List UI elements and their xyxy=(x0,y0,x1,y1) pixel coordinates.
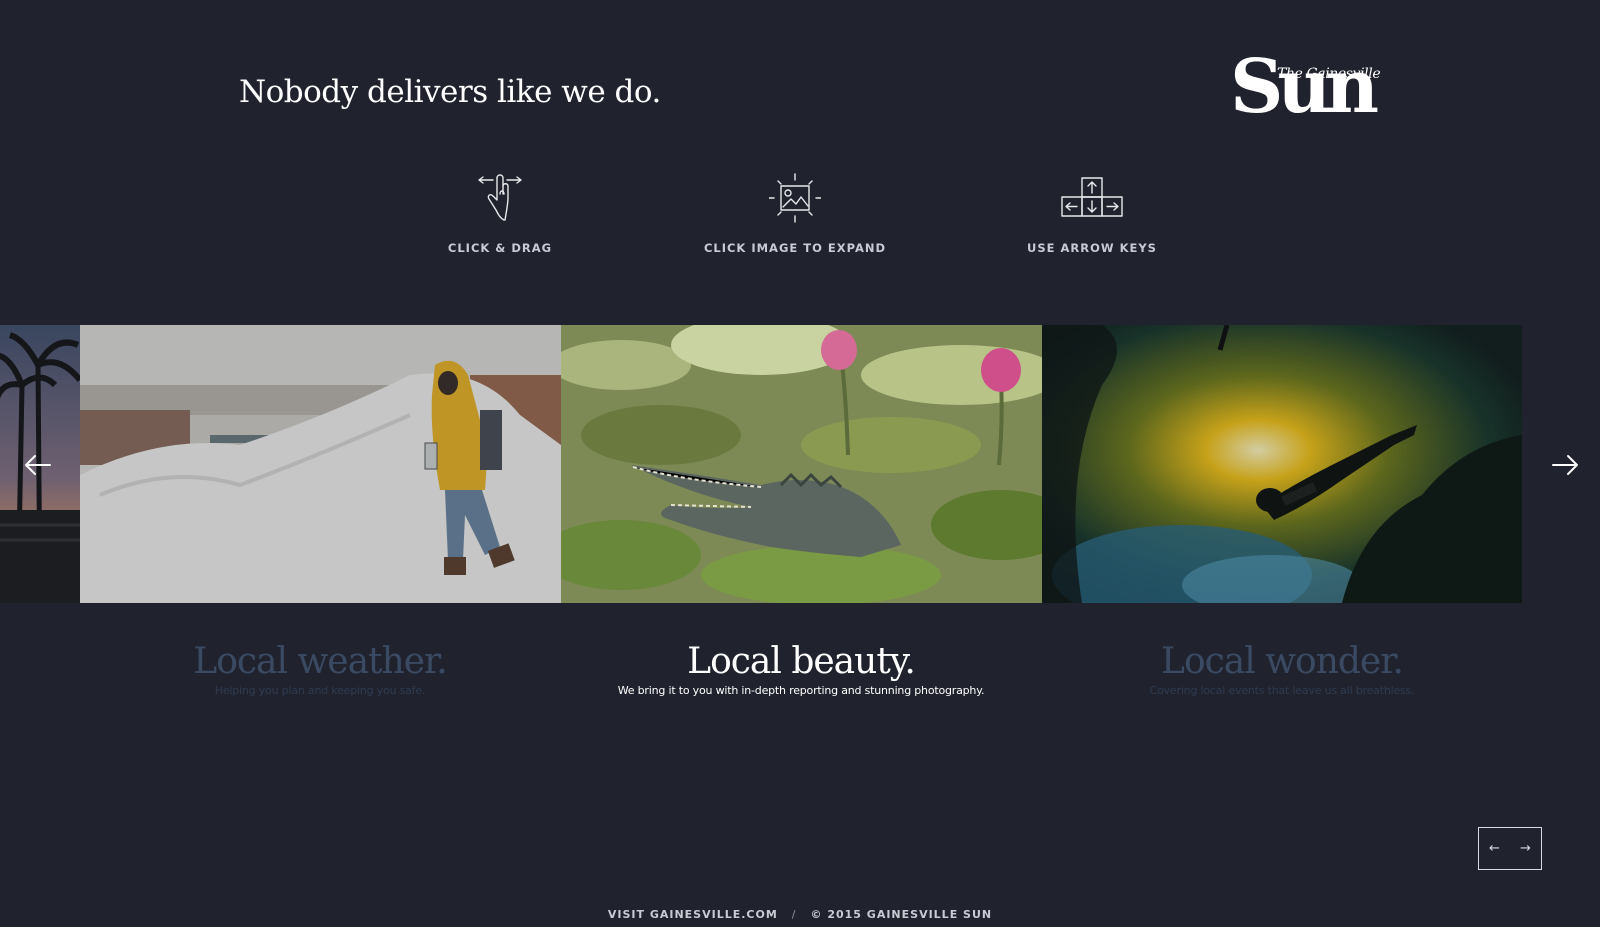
carousel-slide-beauty[interactable] xyxy=(561,325,1042,603)
caption-title: Local wonder. xyxy=(1161,641,1404,682)
alligator-photo xyxy=(561,325,1042,603)
carousel-slide-weather[interactable] xyxy=(80,325,561,603)
image-expand-icon xyxy=(769,173,821,223)
hint-arrow-keys: USE ARROW KEYS xyxy=(972,172,1212,255)
hint-click-image: CLICK IMAGE TO EXPAND xyxy=(675,172,915,255)
pager-prev-button[interactable]: ← xyxy=(1489,841,1500,856)
copyright-text: © 2015 GAINESVILLE SUN xyxy=(810,908,993,921)
carousel-prev-arrow-icon[interactable] xyxy=(20,451,54,479)
hint-click-drag: CLICK & DRAG xyxy=(380,172,620,255)
photo-carousel[interactable] xyxy=(0,325,1600,603)
logo-the-gainesville-text: The Gainesville xyxy=(1277,66,1381,82)
caption-subtitle: Covering local events that leave us all … xyxy=(1149,684,1415,697)
caption-weather: Local weather. Helping you plan and keep… xyxy=(80,640,560,697)
hint-label: USE ARROW KEYS xyxy=(1027,241,1157,255)
caption-wonder: Local wonder. Covering local events that… xyxy=(1042,640,1522,697)
slide-shade xyxy=(1042,325,1522,603)
carousel-next-arrow-icon[interactable] xyxy=(1549,451,1583,479)
caption-beauty: Local beauty. We bring it to you with in… xyxy=(561,640,1041,697)
pager-nav: ← → xyxy=(1478,827,1542,870)
caption-subtitle: We bring it to you with in-depth reporti… xyxy=(617,684,985,697)
footer: VISIT GAINESVILLE.COM / © 2015 GAINESVILLE… xyxy=(0,908,1600,921)
caption-title: Local beauty. xyxy=(687,641,916,682)
hand-drag-icon xyxy=(478,174,522,221)
caption-subtitle: Helping you plan and keeping you safe. xyxy=(214,684,426,697)
pager-next-button[interactable]: → xyxy=(1520,841,1531,856)
arrow-keys-icon xyxy=(1061,177,1123,217)
logo-sun-text: Sun xyxy=(1230,44,1379,130)
tagline: Nobody delivers like we do. xyxy=(239,74,661,110)
hint-label: CLICK & DRAG xyxy=(447,241,553,255)
visit-gainesville-link[interactable]: VISIT GAINESVILLE.COM xyxy=(608,908,778,921)
gainesville-sun-logo[interactable]: Sun The Gainesville xyxy=(1230,44,1381,130)
slide-shade xyxy=(80,325,561,603)
carousel-slide-wonder[interactable] xyxy=(1042,325,1522,603)
caption-title: Local weather. xyxy=(193,641,447,682)
hint-label: CLICK IMAGE TO EXPAND xyxy=(703,241,887,255)
footer-separator: / xyxy=(791,908,797,921)
